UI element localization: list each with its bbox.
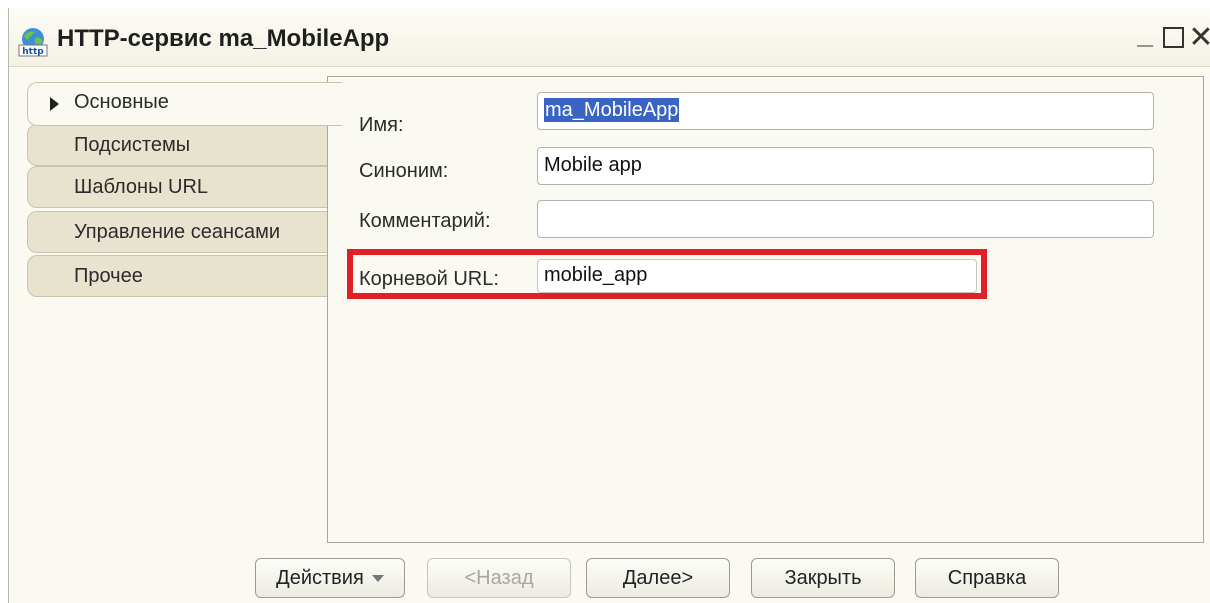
maximize-icon [1162, 27, 1184, 49]
comment-label: Комментарий: [359, 210, 491, 232]
tab-label: Управление сеансами [74, 221, 281, 243]
synonym-label: Синоним: [359, 160, 449, 182]
window-title: HTTP-сервис ma_MobileApp [57, 25, 390, 52]
help-button[interactable]: Справка [915, 558, 1059, 598]
tab-upravlenie-seansami[interactable]: Управление сеансами [27, 211, 342, 253]
actions-label: Действия [276, 567, 364, 589]
name-value: ma_MobileApp [544, 98, 680, 122]
chevron-down-icon [371, 575, 384, 583]
http-service-window: http HTTP-сервис ma_MobileApp _ ✕ Основн… [8, 8, 1210, 603]
svg-text:http: http [22, 47, 44, 57]
close-button[interactable]: Закрыть [751, 558, 895, 598]
close-window-button[interactable]: ✕ [1185, 22, 1210, 54]
triangle-right-icon [50, 97, 59, 111]
root-url-label: Корневой URL: [359, 268, 499, 290]
tab-shablony-url[interactable]: Шаблоны URL [27, 166, 342, 208]
http-globe-icon: http [18, 28, 48, 57]
tab-label: Основные [74, 91, 169, 113]
synonym-field[interactable]: Mobile app [537, 147, 1154, 185]
next-button[interactable]: Далее> [586, 558, 730, 598]
tab-osnovnye[interactable]: Основные [27, 82, 342, 126]
tab-label: Прочее [74, 265, 143, 287]
tab-podsistemy[interactable]: Подсистемы [27, 124, 342, 166]
back-button[interactable]: <Назад [427, 558, 571, 598]
tab-prochee[interactable]: Прочее [27, 255, 342, 297]
tab-label: Подсистемы [74, 134, 191, 156]
name-field[interactable]: ma_MobileApp [537, 92, 1154, 130]
tab-label: Шаблоны URL [74, 176, 209, 198]
title-bar: http HTTP-сервис ma_MobileApp _ ✕ [9, 8, 1210, 67]
name-label: Имя: [359, 114, 404, 136]
comment-field[interactable] [537, 200, 1154, 238]
actions-dropdown-button[interactable]: Действия [255, 558, 405, 598]
root-url-field[interactable]: mobile_app [537, 259, 977, 293]
